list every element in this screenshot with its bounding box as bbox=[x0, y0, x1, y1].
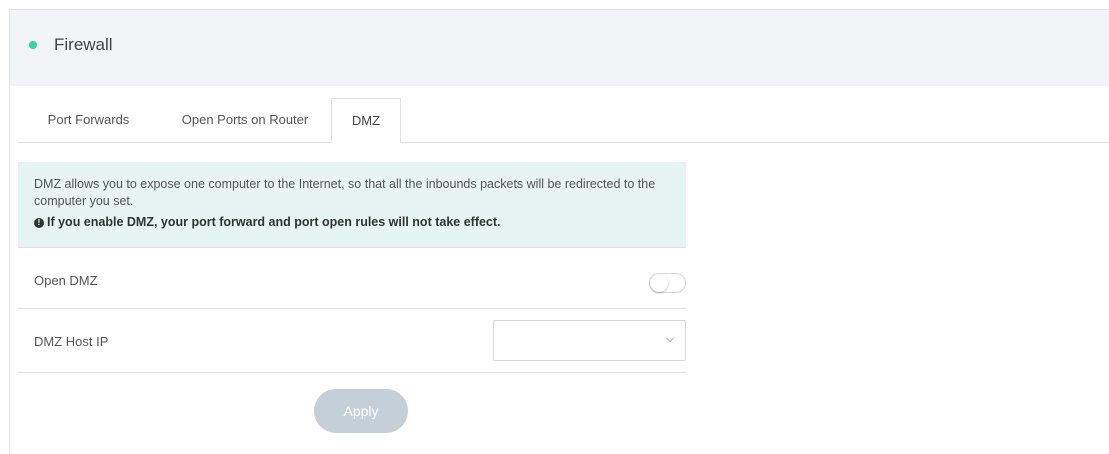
apply-button[interactable]: Apply bbox=[314, 389, 408, 433]
notice-warning-text: If you enable DMZ, your port forward and… bbox=[47, 215, 501, 229]
info-circle-icon: ! bbox=[34, 217, 44, 228]
notice-text: DMZ allows you to expose one computer to… bbox=[34, 177, 656, 208]
chevron-down-icon bbox=[665, 333, 675, 343]
status-dot-icon bbox=[29, 41, 37, 49]
page-title: Firewall bbox=[54, 35, 113, 54]
dmz-host-ip-label: DMZ Host IP bbox=[34, 334, 109, 349]
tab-dmz[interactable]: DMZ bbox=[331, 98, 401, 143]
tab-open-ports-on-router[interactable]: Open Ports on Router bbox=[159, 98, 331, 142]
panel-header: Firewall bbox=[10, 10, 1109, 86]
row-divider bbox=[18, 372, 686, 373]
toggle-knob bbox=[650, 274, 668, 292]
dmz-host-ip-select[interactable] bbox=[493, 320, 686, 361]
tab-bar: Port Forwards Open Ports on Router DMZ bbox=[18, 98, 1109, 143]
notice-warning: ! If you enable DMZ, your port forward a… bbox=[34, 214, 669, 231]
tab-port-forwards[interactable]: Port Forwards bbox=[18, 98, 159, 142]
open-dmz-toggle[interactable] bbox=[649, 273, 686, 293]
firewall-panel: Firewall Port Forwards Open Ports on Rou… bbox=[9, 9, 1109, 454]
dmz-info-notice: DMZ allows you to expose one computer to… bbox=[18, 162, 686, 247]
dmz-host-ip-row: DMZ Host IP bbox=[18, 308, 686, 369]
open-dmz-row: Open DMZ bbox=[18, 247, 686, 308]
open-dmz-label: Open DMZ bbox=[34, 273, 98, 288]
